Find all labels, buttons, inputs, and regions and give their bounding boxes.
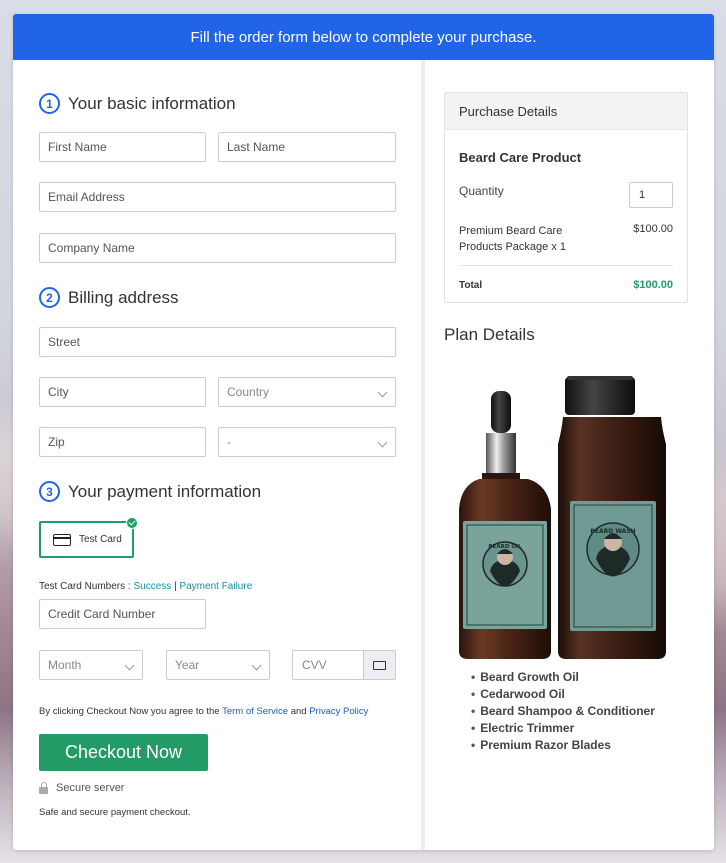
basic-info-heading: 1 Your basic information: [39, 93, 236, 114]
beard-wash-bottle: BEARD WASH: [558, 376, 666, 659]
plan-item: Cedarwood Oil: [471, 686, 655, 703]
chevron-down-icon: [377, 387, 388, 398]
plan-item: Beard Growth Oil: [471, 669, 655, 686]
chevron-down-icon: [124, 660, 135, 671]
cvv-input[interactable]: CVV: [292, 650, 396, 680]
product-image: BEARD WASH BEARD OIL: [459, 376, 666, 659]
purchase-details-header: Purchase Details: [445, 93, 687, 130]
total-label: Total: [459, 280, 483, 291]
wash-label-text: BEARD WASH: [590, 528, 635, 535]
secure-server: Secure server: [39, 781, 125, 794]
purchase-details-box: Purchase Details Beard Care Product Quan…: [444, 92, 688, 303]
terms-text: By clicking Checkout Now you agree to th…: [39, 706, 368, 717]
column-divider: [421, 60, 425, 850]
check-circle-icon: [126, 517, 138, 529]
card-number-input[interactable]: Credit Card Number: [39, 599, 206, 629]
plan-details-title: Plan Details: [444, 325, 535, 344]
company-input[interactable]: Company Name: [39, 233, 396, 263]
banner: Fill the order form below to complete yo…: [13, 14, 714, 60]
credit-card-icon: [373, 660, 386, 670]
month-select[interactable]: Month: [39, 650, 143, 680]
state-select[interactable]: -: [218, 427, 396, 457]
street-input[interactable]: Street: [39, 327, 396, 357]
item-line-2: Products Package x 1: [459, 241, 567, 253]
payment-failure-link[interactable]: Payment Failure: [179, 581, 252, 592]
quantity-label: Quantity: [459, 184, 504, 198]
step-number-2: 2: [39, 287, 60, 308]
city-input[interactable]: City: [39, 377, 206, 407]
email-input[interactable]: Email Address: [39, 182, 396, 212]
terms-and: and: [290, 706, 307, 717]
credit-card-icon: [53, 533, 71, 546]
plan-item: Electric Trimmer: [471, 720, 655, 737]
plan-item: Beard Shampoo & Conditioner: [471, 703, 655, 720]
state-select-value: -: [227, 435, 231, 449]
plan-details-list: Beard Growth Oil Cedarwood Oil Beard Sha…: [471, 669, 655, 754]
basic-info-title: Your basic information: [68, 93, 236, 113]
first-name-input[interactable]: First Name: [39, 132, 206, 162]
beard-oil-bottle: BEARD OIL: [459, 391, 551, 659]
year-select[interactable]: Year: [166, 650, 270, 680]
lock-icon: [39, 781, 48, 794]
last-name-input[interactable]: Last Name: [218, 132, 396, 162]
secure-server-label: Secure server: [56, 782, 125, 794]
success-link[interactable]: Success: [133, 581, 171, 592]
terms-prefix: By clicking Checkout Now you agree to th…: [39, 706, 220, 717]
country-select-value: Country: [227, 385, 270, 399]
step-number-1: 1: [39, 93, 60, 114]
country-select[interactable]: Country: [218, 377, 396, 407]
item-line-1: Premium Beard Care: [459, 225, 563, 237]
chevron-down-icon: [377, 437, 388, 448]
plan-item: Premium Razor Blades: [471, 737, 655, 754]
cvv-placeholder: CVV: [302, 658, 327, 672]
terms-of-service-link[interactable]: Term of Service: [222, 706, 288, 717]
order-form-card: Fill the order form below to complete yo…: [13, 14, 714, 850]
test-card-numbers: Test Card Numbers : Success | Payment Fa…: [39, 581, 252, 592]
billing-title: Billing address: [68, 287, 179, 307]
cvv-card-icon-box: [363, 651, 395, 679]
step-number-3: 3: [39, 481, 60, 502]
total-value: $100.00: [633, 279, 673, 291]
payment-heading: 3 Your payment information: [39, 481, 261, 502]
privacy-policy-link[interactable]: Privacy Policy: [309, 706, 368, 717]
test-numbers-prefix: Test Card Numbers :: [39, 581, 131, 592]
billing-heading: 2 Billing address: [39, 287, 179, 308]
item-price: $100.00: [633, 223, 673, 235]
oil-label-text: BEARD OIL: [488, 544, 522, 550]
total-divider: [459, 265, 673, 266]
link-separator: |: [174, 581, 177, 592]
checkout-button[interactable]: Checkout Now: [39, 734, 208, 771]
year-select-value: Year: [175, 658, 200, 672]
product-name: Beard Care Product: [459, 150, 582, 165]
test-card-option[interactable]: Test Card: [39, 517, 138, 558]
item-description: Premium Beard Care Products Package x 1: [459, 223, 566, 255]
safe-checkout-text: Safe and secure payment checkout.: [39, 807, 191, 818]
test-card-label: Test Card: [79, 534, 122, 545]
zip-input[interactable]: Zip: [39, 427, 206, 457]
quantity-input[interactable]: 1: [629, 182, 673, 208]
chevron-down-icon: [251, 660, 262, 671]
month-select-value: Month: [48, 658, 82, 672]
payment-title: Your payment information: [68, 481, 262, 501]
